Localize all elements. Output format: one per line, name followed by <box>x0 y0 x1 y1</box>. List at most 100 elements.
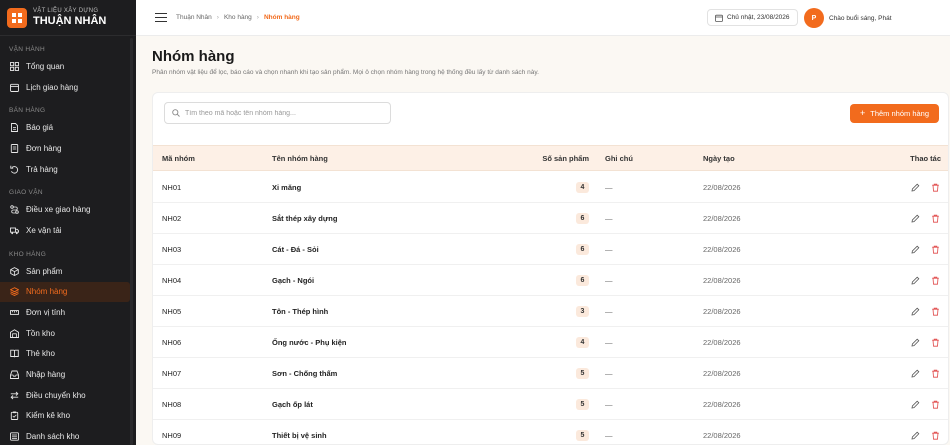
count-badge: 5 <box>576 398 589 410</box>
cell-name: Thiết bị vệ sinh <box>272 430 327 440</box>
delete-icon[interactable] <box>929 181 941 193</box>
count-badge: 5 <box>576 367 589 379</box>
cell-code: NH05 <box>162 306 182 316</box>
add-group-button[interactable]: + Thêm nhóm hàng <box>850 104 939 123</box>
sidebar-item[interactable]: Nhóm hàng <box>0 281 130 303</box>
sidebar-item[interactable]: Trả hàng <box>0 159 136 180</box>
sidebar-item[interactable]: Sản phẩm <box>0 261 136 282</box>
delete-icon[interactable] <box>929 305 941 317</box>
count-badge: 6 <box>576 212 589 224</box>
edit-icon[interactable] <box>909 429 921 441</box>
sidebar-section-title: BÁN HÀNG <box>9 107 46 115</box>
edit-icon[interactable] <box>909 181 921 193</box>
sidebar-item-label: Trả hàng <box>26 164 58 174</box>
table-row[interactable]: NH08 Gạch ốp lát 5 — 22/08/2026 <box>153 389 948 420</box>
breadcrumb: Thuận Nhân › Kho hàng › Nhóm hàng <box>176 14 300 21</box>
plus-icon: + <box>859 108 866 118</box>
truck-icon <box>9 225 19 235</box>
edit-icon[interactable] <box>909 274 921 286</box>
sidebar-item[interactable]: Điều chuyển kho <box>0 385 136 406</box>
sidebar-item-label: Đơn hàng <box>26 143 62 153</box>
date-chip[interactable]: Chủ nhật, 23/08/2026 <box>707 9 798 26</box>
cell-note: — <box>605 275 613 285</box>
breadcrumb-separator-icon: › <box>256 14 259 21</box>
breadcrumb-separator-icon: › <box>216 14 219 21</box>
delete-icon[interactable] <box>929 336 941 348</box>
table-row[interactable]: NH06 Ống nước - Phụ kiện 4 — 22/08/2026 <box>153 327 948 358</box>
page-description: Phân nhóm vật liệu để lọc, báo cáo và ch… <box>152 69 539 76</box>
sidebar-nav: VẬN HÀNH Tổng quan Lịch giao hàng BÁN HÀNG B… <box>0 44 136 445</box>
delete-icon[interactable] <box>929 212 941 224</box>
cell-actions <box>883 420 941 444</box>
sidebar-item[interactable]: Tồn kho <box>0 323 136 344</box>
table-row[interactable]: NH02 Sắt thép xây dựng 6 — 22/08/2026 <box>153 203 948 234</box>
edit-icon[interactable] <box>909 336 921 348</box>
sidebar-item-label: Nhóm hàng <box>26 287 68 297</box>
cell-date: 22/08/2026 <box>703 430 741 440</box>
search-box[interactable] <box>164 102 391 124</box>
cell-code: NH07 <box>162 368 182 378</box>
table-row[interactable]: NH09 Thiết bị vệ sinh 5 — 22/08/2026 <box>153 420 948 444</box>
sidebar-item[interactable]: Danh sách kho <box>0 426 136 445</box>
column-header-date[interactable]: Ngày tạo <box>703 146 735 170</box>
edit-icon[interactable] <box>909 398 921 410</box>
sidebar-scrollbar[interactable] <box>130 38 133 445</box>
count-badge: 6 <box>576 274 589 286</box>
breadcrumb-item-root[interactable]: Thuận Nhân <box>176 14 212 21</box>
table-row[interactable]: NH03 Cát - Đá - Sỏi 6 — 22/08/2026 <box>153 234 948 265</box>
sidebar-item[interactable]: Báo giá <box>0 117 136 138</box>
sidebar-item[interactable]: Tổng quan <box>0 56 136 77</box>
delete-icon[interactable] <box>929 367 941 379</box>
cell-date: 22/08/2026 <box>703 275 741 285</box>
topbar: Thuận Nhân › Kho hàng › Nhóm hàng Chủ nh… <box>136 0 950 36</box>
sidebar-item[interactable]: Điều xe giao hàng <box>0 199 136 220</box>
brand[interactable]: VẬT LIỆU XÂY DỰNG THUẬN NHÂN <box>0 0 136 36</box>
table-row[interactable]: NH07 Sơn - Chống thấm 5 — 22/08/2026 <box>153 358 948 389</box>
user-menu[interactable]: P Chào buổi sáng, Phát <box>804 8 892 28</box>
brand-name: THUẬN NHÂN <box>33 15 107 27</box>
sidebar-item-label: Lịch giao hàng <box>26 82 79 92</box>
edit-icon[interactable] <box>909 367 921 379</box>
sidebar-item[interactable]: Xe vận tải <box>0 220 136 241</box>
sidebar-item-label: Danh sách kho <box>26 432 80 442</box>
cell-date: 22/08/2026 <box>703 213 741 223</box>
clipboard-icon <box>9 411 19 421</box>
search-input[interactable] <box>185 109 383 117</box>
breadcrumb-item-section[interactable]: Kho hàng <box>224 14 252 21</box>
edit-icon[interactable] <box>909 305 921 317</box>
cell-date: 22/08/2026 <box>703 182 741 192</box>
delete-icon[interactable] <box>929 398 941 410</box>
table-row[interactable]: NH01 Xi măng 4 — 22/08/2026 <box>153 172 948 203</box>
cell-count: 4 <box>523 327 589 357</box>
cell-count: 3 <box>523 296 589 326</box>
column-header-code[interactable]: Mã nhóm <box>162 146 195 170</box>
cell-count: 6 <box>523 265 589 295</box>
cell-name: Gạch ốp lát <box>272 399 313 409</box>
table-row[interactable]: NH04 Gạch - Ngói 6 — 22/08/2026 <box>153 265 948 296</box>
column-header-name[interactable]: Tên nhóm hàng <box>272 146 328 170</box>
delete-icon[interactable] <box>929 243 941 255</box>
edit-icon[interactable] <box>909 212 921 224</box>
sidebar-item[interactable]: Nhập hàng <box>0 364 136 385</box>
brand-subtitle: VẬT LIỆU XÂY DỰNG <box>33 8 99 14</box>
cell-count: 4 <box>523 172 589 202</box>
cell-date: 22/08/2026 <box>703 244 741 254</box>
sidebar-item[interactable]: Thẻ kho <box>0 344 136 365</box>
sidebar-section-title: VẬN HÀNH <box>9 46 45 53</box>
delete-icon[interactable] <box>929 429 941 441</box>
cell-date: 22/08/2026 <box>703 306 741 316</box>
cell-count: 5 <box>523 420 589 444</box>
menu-toggle-icon[interactable] <box>155 12 167 23</box>
breadcrumb-item-current: Nhóm hàng <box>263 14 300 21</box>
delete-icon[interactable] <box>929 274 941 286</box>
sidebar-item[interactable]: Đơn hàng <box>0 138 136 159</box>
count-badge: 3 <box>576 305 589 317</box>
sidebar-item[interactable]: Kiểm kê kho <box>0 406 136 427</box>
sidebar-item-label: Sản phẩm <box>26 266 63 276</box>
cell-count: 5 <box>523 389 589 419</box>
table-row[interactable]: NH05 Tôn - Thép hình 3 — 22/08/2026 <box>153 296 948 327</box>
sidebar-item[interactable]: Lịch giao hàng <box>0 77 136 98</box>
sidebar-item[interactable]: Đơn vị tính <box>0 302 136 323</box>
column-header-count[interactable]: Số sản phẩm <box>523 146 589 170</box>
edit-icon[interactable] <box>909 243 921 255</box>
